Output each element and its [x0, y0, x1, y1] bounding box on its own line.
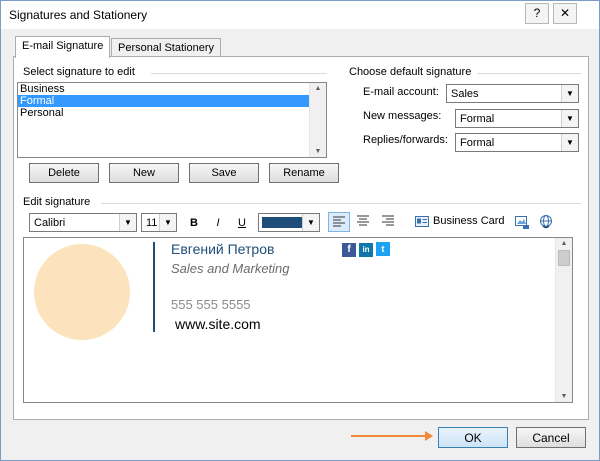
align-center-icon	[357, 215, 369, 226]
chevron-down-icon[interactable]: ▼	[561, 85, 578, 102]
email-account-value: Sales	[451, 88, 479, 100]
tab-email-signature[interactable]: E-mail Signature	[15, 36, 111, 58]
twitter-icon[interactable]: t	[376, 242, 390, 256]
scroll-up-icon[interactable]: ▲	[556, 240, 572, 247]
chevron-down-icon[interactable]: ▼	[302, 214, 319, 231]
signatures-dialog: Signatures and Stationery ? ✕ E-mail Sig…	[0, 0, 600, 461]
replies-forwards-select[interactable]: Formal ▼	[455, 133, 579, 152]
editor-scrollbar[interactable]: ▲ ▼	[555, 238, 572, 402]
signature-phone: 555 555 5555	[171, 297, 251, 312]
business-card-icon	[415, 216, 429, 227]
default-signature-label: Choose default signature	[349, 66, 472, 78]
scroll-up-icon[interactable]: ▲	[310, 85, 326, 92]
align-center-button[interactable]	[353, 212, 375, 232]
insert-picture-button[interactable]	[514, 214, 532, 232]
cancel-button[interactable]: Cancel	[516, 427, 586, 448]
arrow-pointer-icon	[351, 431, 433, 441]
rename-button[interactable]: Rename	[269, 163, 339, 183]
new-button[interactable]: New	[109, 163, 179, 183]
close-icon: ✕	[559, 6, 571, 20]
scroll-thumb[interactable]	[558, 250, 570, 266]
tab-personal-stationery[interactable]: Personal Stationery	[111, 38, 221, 58]
new-messages-value: Formal	[460, 113, 495, 125]
scroll-down-icon[interactable]: ▼	[556, 393, 572, 400]
underline-button[interactable]: U	[233, 214, 251, 232]
business-card-label: Business Card	[433, 215, 505, 227]
signature-editor[interactable]: Евгений Петров Sales and Marketing 555 5…	[23, 237, 573, 403]
group-line	[151, 73, 327, 74]
signature-website[interactable]: www.site.com	[175, 316, 261, 332]
list-item[interactable]: Business	[18, 83, 326, 95]
align-right-icon	[382, 215, 394, 226]
group-line	[477, 73, 581, 74]
chevron-down-icon[interactable]: ▼	[159, 214, 176, 231]
save-button[interactable]: Save	[189, 163, 259, 183]
signature-name: Евгений Петров	[171, 241, 275, 257]
chevron-down-icon[interactable]: ▼	[561, 134, 578, 151]
font-select[interactable]: Calibri ▼	[29, 213, 137, 232]
avatar	[34, 244, 130, 340]
help-button[interactable]: ?	[525, 3, 549, 24]
font-color-swatch	[262, 217, 302, 228]
list-scrollbar[interactable]: ▲ ▼	[309, 83, 326, 157]
hyperlink-icon	[540, 215, 552, 229]
scroll-down-icon[interactable]: ▼	[310, 148, 326, 155]
new-messages-label: New messages:	[363, 110, 442, 122]
signature-title: Sales and Marketing	[171, 261, 290, 276]
replies-forwards-value: Formal	[460, 137, 495, 149]
dialog-body: E-mail Signature Personal Stationery Sel…	[1, 29, 599, 460]
edit-signature-label: Edit signature	[23, 196, 91, 208]
window-title: Signatures and Stationery	[9, 8, 148, 22]
facebook-icon[interactable]: f	[342, 243, 356, 257]
bold-button[interactable]: B	[185, 214, 203, 232]
ok-button[interactable]: OK	[438, 427, 508, 448]
select-signature-label: Select signature to edit	[23, 66, 135, 78]
align-right-button[interactable]	[378, 212, 400, 232]
italic-button[interactable]: I	[209, 214, 227, 232]
title-bar: Signatures and Stationery ? ✕	[1, 1, 599, 29]
list-item[interactable]: Personal	[18, 107, 326, 119]
chevron-down-icon[interactable]: ▼	[561, 110, 578, 127]
email-account-label: E-mail account:	[363, 86, 439, 98]
align-left-icon	[333, 216, 345, 227]
replies-forwards-label: Replies/forwards:	[363, 134, 448, 146]
signature-list[interactable]: Business Formal Personal ▲ ▼	[17, 82, 327, 158]
business-card-button[interactable]: Business Card	[415, 213, 507, 231]
close-button[interactable]: ✕	[553, 3, 577, 24]
new-messages-select[interactable]: Formal ▼	[455, 109, 579, 128]
group-line	[101, 203, 581, 204]
picture-icon	[515, 216, 529, 229]
insert-hyperlink-button[interactable]	[538, 214, 556, 232]
list-item-selected[interactable]: Formal	[18, 95, 326, 107]
font-size-value: 11	[146, 217, 158, 229]
linkedin-icon[interactable]: in	[359, 243, 373, 257]
font-color-picker[interactable]: ▼	[258, 213, 320, 232]
social-icons: f in t	[342, 242, 390, 257]
align-left-button[interactable]	[328, 212, 350, 232]
font-size-select[interactable]: 11 ▼	[141, 213, 177, 232]
email-account-select[interactable]: Sales ▼	[446, 84, 579, 103]
chevron-down-icon[interactable]: ▼	[119, 214, 136, 231]
delete-button[interactable]: Delete	[29, 163, 99, 183]
font-value: Calibri	[34, 217, 66, 229]
signature-divider	[153, 242, 155, 332]
